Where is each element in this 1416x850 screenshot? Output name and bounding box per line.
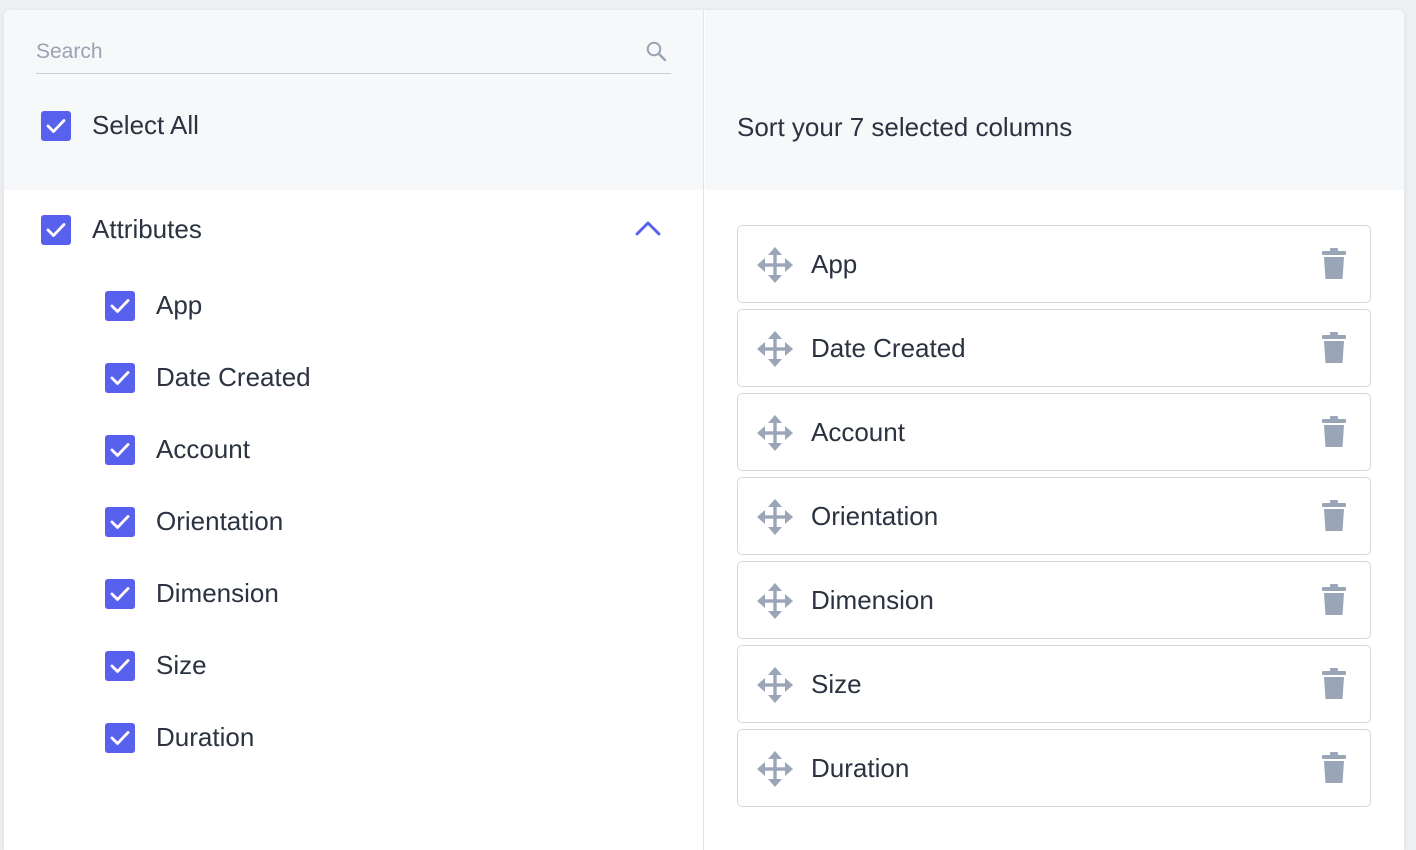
group-label-attributes[interactable]: Attributes — [92, 214, 202, 244]
sortable-column-item[interactable]: Date Created — [737, 309, 1371, 387]
column-label[interactable]: Account — [156, 434, 250, 464]
column-label[interactable]: App — [156, 290, 202, 320]
search-field — [36, 30, 671, 74]
move-handle-icon[interactable] — [756, 246, 794, 284]
sortable-column-item[interactable]: Account — [737, 393, 1371, 471]
sortable-column-label: Account — [811, 417, 905, 447]
check-icon — [110, 299, 130, 313]
trash-icon[interactable] — [1322, 668, 1346, 700]
sortable-column-label: Dimension — [811, 585, 934, 615]
sort-header — [705, 10, 1404, 190]
column-checkbox[interactable] — [105, 723, 135, 753]
trash-icon[interactable] — [1322, 416, 1346, 448]
column-checkbox[interactable] — [105, 363, 135, 393]
check-icon — [110, 659, 130, 673]
sort-title: Sort your 7 selected columns — [737, 112, 1073, 142]
column-label[interactable]: Duration — [156, 722, 254, 752]
column-label[interactable]: Size — [156, 650, 207, 680]
sortable-column-item[interactable]: Dimension — [737, 561, 1371, 639]
column-picker-panel: Select All Attributes App Date Created — [4, 10, 1404, 850]
sortable-column-item[interactable]: Duration — [737, 729, 1371, 807]
column-checkbox[interactable] — [105, 291, 135, 321]
trash-icon[interactable] — [1322, 500, 1346, 532]
sortable-column-label: Duration — [811, 753, 910, 783]
move-handle-icon[interactable] — [756, 582, 794, 620]
trash-icon[interactable] — [1322, 332, 1346, 364]
sortable-column-label: Size — [811, 669, 862, 699]
column-label[interactable]: Date Created — [156, 362, 311, 392]
check-icon — [46, 223, 66, 237]
search-input[interactable] — [36, 38, 626, 66]
trash-icon[interactable] — [1322, 584, 1346, 616]
trash-icon[interactable] — [1322, 248, 1346, 280]
trash-icon[interactable] — [1322, 752, 1346, 784]
sort-columns-pane: Sort your 7 selected columns App Date Cr… — [705, 10, 1404, 850]
check-icon — [110, 731, 130, 745]
sortable-column-label: App — [811, 249, 858, 279]
column-checkbox[interactable] — [105, 507, 135, 537]
column-checkbox[interactable] — [105, 651, 135, 681]
check-icon — [110, 515, 130, 529]
column-checkbox[interactable] — [105, 579, 135, 609]
column-label[interactable]: Dimension — [156, 578, 279, 608]
group-checkbox-attributes[interactable] — [41, 215, 71, 245]
check-icon — [110, 443, 130, 457]
move-handle-icon[interactable] — [756, 750, 794, 788]
column-checkbox[interactable] — [105, 435, 135, 465]
sortable-column-label: Date Created — [811, 333, 966, 363]
select-all-checkbox[interactable] — [41, 111, 71, 141]
move-handle-icon[interactable] — [756, 666, 794, 704]
sortable-column-item[interactable]: App — [737, 225, 1371, 303]
column-label[interactable]: Orientation — [156, 506, 283, 536]
check-icon — [110, 371, 130, 385]
search-icon[interactable] — [645, 40, 667, 62]
select-all-label[interactable]: Select All — [92, 110, 199, 140]
check-icon — [110, 587, 130, 601]
sortable-column-item[interactable]: Orientation — [737, 477, 1371, 555]
move-handle-icon[interactable] — [756, 330, 794, 368]
column-selector-pane: Select All Attributes App Date Created — [4, 10, 704, 850]
move-handle-icon[interactable] — [756, 414, 794, 452]
sortable-column-label: Orientation — [811, 501, 939, 531]
chevron-up-icon[interactable] — [634, 218, 662, 238]
check-icon — [46, 119, 66, 133]
move-handle-icon[interactable] — [756, 498, 794, 536]
sortable-column-item[interactable]: Size — [737, 645, 1371, 723]
